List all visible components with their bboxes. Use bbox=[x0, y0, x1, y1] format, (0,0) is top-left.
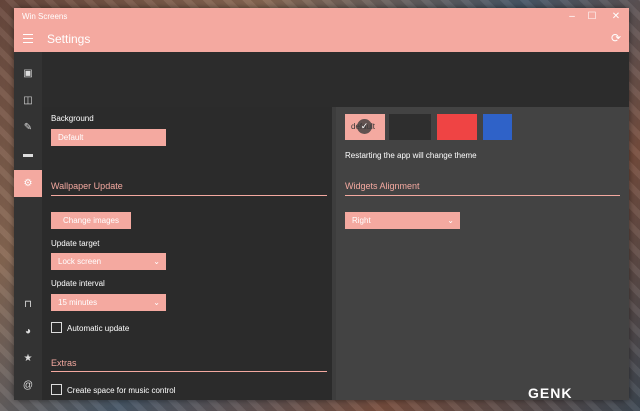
store-icon: ⊓ bbox=[24, 299, 32, 310]
automatic-update-label: Automatic update bbox=[67, 324, 130, 333]
app-header: Settings ⟳ bbox=[14, 26, 629, 52]
update-target-value: Lock screen bbox=[58, 257, 102, 266]
app-window: Win Screens – ☐ ✕ Settings ⟳ ▣ ◫ ✎ ▬ ⚙ ⊓… bbox=[14, 8, 629, 400]
title-bar: Win Screens – ☐ ✕ bbox=[14, 8, 629, 26]
theme-swatch-blue[interactable] bbox=[483, 114, 512, 140]
chevron-down-icon: ⌄ bbox=[153, 257, 160, 266]
wallpaper-update-heading: Wallpaper Update bbox=[51, 181, 123, 191]
preview-strip bbox=[42, 52, 629, 107]
section-divider bbox=[345, 195, 620, 196]
update-interval-value: 15 minutes bbox=[58, 298, 98, 307]
close-button[interactable]: ✕ bbox=[606, 10, 626, 24]
window-title: Win Screens bbox=[22, 12, 68, 21]
edit-icon: ✎ bbox=[23, 122, 33, 133]
hamburger-menu-icon[interactable] bbox=[23, 34, 33, 43]
image-icon: ▣ bbox=[23, 68, 33, 79]
minimize-button[interactable]: – bbox=[562, 10, 582, 24]
update-interval-label: Update interval bbox=[51, 279, 105, 288]
sidebar-item-person[interactable]: ◕ bbox=[14, 318, 42, 345]
sidebar-item-edit[interactable]: ✎ bbox=[14, 114, 42, 141]
update-target-label: Update target bbox=[51, 239, 100, 248]
music-control-checkbox[interactable] bbox=[51, 384, 62, 395]
extras-heading: Extras bbox=[51, 358, 77, 368]
genk-watermark: GENK bbox=[528, 385, 573, 401]
sidebar-item-favorite[interactable]: ★ bbox=[14, 345, 42, 372]
refresh-icon[interactable]: ⟳ bbox=[611, 31, 621, 45]
sidebar-item-panel[interactable]: ▬ bbox=[14, 141, 42, 168]
settings-left-column: Background Default Wallpaper Update Chan… bbox=[42, 107, 332, 400]
gallery-icon: ◫ bbox=[23, 95, 33, 106]
sidebar-item-gallery[interactable]: ◫ bbox=[14, 87, 42, 114]
sidebar-item-store[interactable]: ⊓ bbox=[14, 291, 42, 318]
maximize-button[interactable]: ☐ bbox=[582, 10, 602, 24]
at-icon: @ bbox=[22, 380, 34, 391]
settings-content: Background Default Wallpaper Update Chan… bbox=[42, 107, 629, 400]
sidebar-item-image[interactable]: ▣ bbox=[14, 60, 42, 87]
widgets-alignment-dropdown[interactable]: Right ⌄ bbox=[345, 212, 460, 229]
theme-swatch-default[interactable]: default ✓ bbox=[345, 114, 385, 140]
panel-icon: ▬ bbox=[23, 149, 33, 160]
section-divider bbox=[51, 371, 327, 372]
update-target-dropdown[interactable]: Lock screen ⌄ bbox=[51, 253, 166, 270]
checkmark-icon: ✓ bbox=[357, 119, 372, 134]
star-icon: ★ bbox=[23, 353, 33, 364]
restart-note: Restarting the app will change theme bbox=[345, 151, 477, 160]
update-interval-dropdown[interactable]: 15 minutes ⌄ bbox=[51, 294, 166, 311]
music-control-label: Create space for music control bbox=[67, 386, 176, 395]
background-dropdown[interactable]: Default bbox=[51, 129, 166, 146]
background-value: Default bbox=[58, 133, 84, 142]
page-title: Settings bbox=[47, 32, 91, 46]
section-divider bbox=[51, 195, 327, 196]
sidebar-item-contact[interactable]: @ bbox=[14, 372, 42, 399]
chevron-down-icon: ⌄ bbox=[153, 298, 160, 307]
automatic-update-checkbox[interactable] bbox=[51, 322, 62, 333]
gear-icon: ⚙ bbox=[23, 178, 33, 189]
chevron-down-icon: ⌄ bbox=[447, 216, 454, 225]
sidebar-item-settings[interactable]: ⚙ bbox=[14, 170, 42, 197]
settings-right-column: default ✓ Restarting the app will change… bbox=[336, 107, 629, 400]
change-images-button[interactable]: Change images bbox=[51, 212, 131, 229]
background-label: Background bbox=[51, 114, 94, 123]
person-icon: ◕ bbox=[24, 326, 32, 337]
theme-swatch-red[interactable] bbox=[437, 114, 477, 140]
theme-swatch-dark[interactable] bbox=[389, 114, 431, 140]
sidebar: ▣ ◫ ✎ ▬ ⚙ ⊓ ◕ ★ @ bbox=[14, 52, 42, 400]
widgets-alignment-heading: Widgets Alignment bbox=[345, 181, 420, 191]
widgets-alignment-value: Right bbox=[352, 216, 371, 225]
